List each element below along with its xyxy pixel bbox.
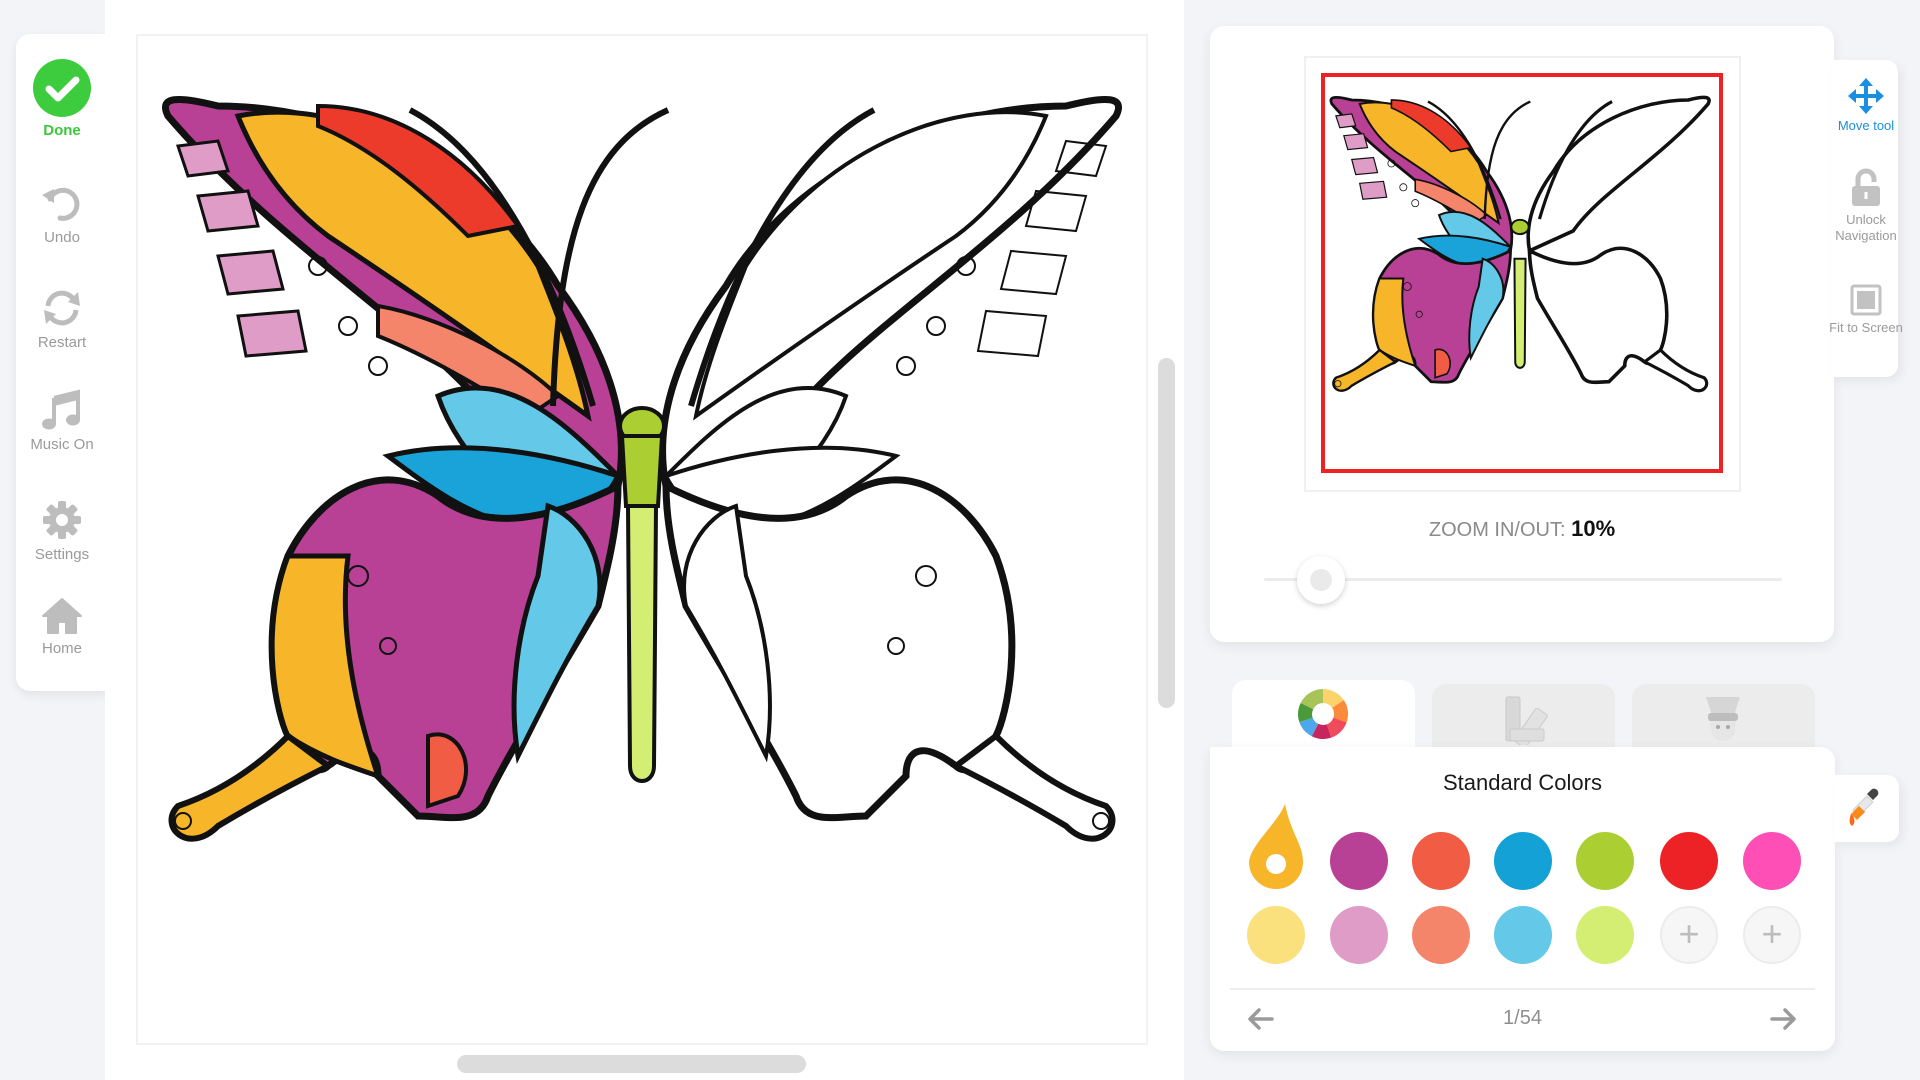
left-toolbar: Done Undo Restart Music On Settings Home bbox=[16, 34, 108, 691]
checkmark-icon bbox=[33, 59, 91, 117]
done-button[interactable]: Done bbox=[16, 58, 108, 139]
color-swatch[interactable] bbox=[1494, 906, 1552, 964]
butterfly-body bbox=[618, 406, 666, 783]
color-swatch[interactable] bbox=[1576, 906, 1634, 964]
done-label: Done bbox=[43, 122, 81, 139]
swatch-book-icon bbox=[1505, 696, 1548, 745]
restart-icon bbox=[44, 290, 80, 326]
unlock-navigation-button[interactable]: Unlock Navigation bbox=[1816, 168, 1916, 244]
next-page-button[interactable] bbox=[1768, 1004, 1798, 1039]
color-swatch[interactable] bbox=[1494, 832, 1552, 890]
undo-button[interactable]: Undo bbox=[16, 181, 108, 246]
fit-to-screen-button[interactable]: Fit to Screen bbox=[1816, 284, 1916, 336]
horizontal-scrollbar[interactable] bbox=[457, 1055, 806, 1073]
home-icon bbox=[42, 598, 82, 634]
tab-swatch-book[interactable] bbox=[1432, 684, 1615, 754]
add-custom-color-button[interactable]: + bbox=[1660, 906, 1718, 964]
fit-screen-icon bbox=[1850, 284, 1882, 316]
color-swatch[interactable] bbox=[1247, 906, 1305, 964]
palette-divider bbox=[1230, 988, 1815, 990]
music-toggle-button[interactable]: Music On bbox=[16, 388, 108, 453]
home-button[interactable]: Home bbox=[16, 596, 108, 657]
undo-icon bbox=[42, 187, 80, 221]
right-wing-outline bbox=[659, 95, 1122, 842]
music-note-icon bbox=[42, 389, 80, 430]
tab-character[interactable] bbox=[1632, 684, 1815, 754]
tab-color-wheel[interactable] bbox=[1232, 680, 1415, 750]
color-swatch[interactable] bbox=[1743, 832, 1801, 890]
restart-button[interactable]: Restart bbox=[16, 286, 108, 351]
unlock-navigation-label: Unlock Navigation bbox=[1835, 212, 1897, 243]
zoom-slider-thumb[interactable] bbox=[1296, 556, 1345, 604]
palette-title: Standard Colors bbox=[1443, 770, 1602, 795]
color-swatch[interactable] bbox=[1412, 832, 1470, 890]
butterfly-artwork[interactable] bbox=[138, 36, 1146, 1043]
home-label: Home bbox=[41, 640, 82, 657]
color-swatch[interactable] bbox=[1412, 906, 1470, 964]
gear-icon bbox=[43, 501, 81, 539]
color-swatch[interactable] bbox=[1330, 832, 1388, 890]
move-tool-button[interactable]: Move tool bbox=[1816, 78, 1916, 134]
zoom-label-text: ZOOM IN/OUT: bbox=[1428, 519, 1566, 541]
vertical-scrollbar[interactable] bbox=[1158, 358, 1175, 708]
zoom-readout: ZOOM IN/OUT: 10% bbox=[1210, 516, 1834, 542]
color-wheel-icon bbox=[1298, 689, 1348, 739]
undo-label: Undo bbox=[44, 229, 80, 246]
music-label: Music On bbox=[30, 436, 94, 453]
move-arrows-icon bbox=[1848, 78, 1884, 114]
viewport-indicator[interactable] bbox=[1321, 73, 1723, 473]
color-swatch[interactable] bbox=[1330, 906, 1388, 964]
fit-to-screen-label: Fit to Screen bbox=[1829, 320, 1903, 335]
arrow-right-icon bbox=[1770, 1008, 1796, 1030]
coloring-canvas[interactable] bbox=[136, 34, 1148, 1045]
color-swatch[interactable] bbox=[1576, 832, 1634, 890]
color-swatch[interactable] bbox=[1660, 832, 1718, 890]
zoom-value: 10% bbox=[1571, 516, 1616, 541]
eyedropper-button[interactable] bbox=[1835, 775, 1899, 842]
color-swatch-selected[interactable] bbox=[1247, 804, 1305, 890]
settings-button[interactable]: Settings bbox=[16, 498, 108, 563]
move-tool-label: Move tool bbox=[1837, 118, 1895, 133]
settings-label: Settings bbox=[34, 546, 90, 563]
palette-page-indicator: 1/54 bbox=[1503, 1007, 1542, 1029]
eyedropper-icon bbox=[1849, 788, 1879, 826]
restart-label: Restart bbox=[37, 334, 87, 351]
add-custom-color-button[interactable]: + bbox=[1743, 906, 1801, 964]
unlock-icon bbox=[1852, 168, 1880, 206]
character-icon bbox=[1706, 697, 1740, 741]
